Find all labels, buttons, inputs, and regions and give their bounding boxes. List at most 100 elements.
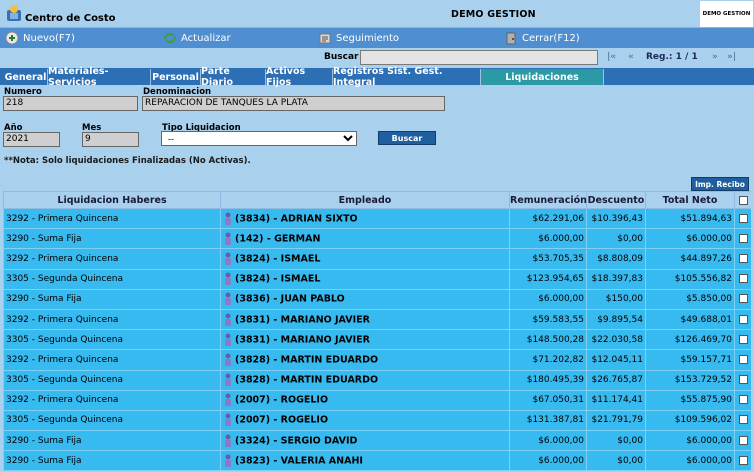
- table-row[interactable]: 3292 - Primera Quincena (3831) - MARIANO …: [3, 308, 751, 331]
- row-checkbox[interactable]: [738, 354, 748, 364]
- header-select-all[interactable]: [734, 191, 751, 209]
- empleado-cell[interactable]: (3828) - MARTIN EDUARDO: [220, 369, 510, 391]
- descuento-cell: $0,00: [586, 430, 646, 452]
- search-input[interactable]: [360, 50, 598, 65]
- mes-field[interactable]: 9: [82, 132, 139, 147]
- empleado-cell[interactable]: (3834) - ADRIAN SIXTO: [220, 207, 510, 230]
- actualizar-button[interactable]: Actualizar: [163, 30, 231, 46]
- empleado-name: (3824) - ISMAEL: [235, 253, 321, 265]
- row-checkbox[interactable]: [738, 314, 748, 324]
- select-cell[interactable]: [734, 329, 751, 351]
- select-cell[interactable]: [734, 369, 751, 391]
- table-row[interactable]: 3290 - Suma Fija (3836) - JUAN PABLO $6.00…: [3, 288, 751, 310]
- table-row[interactable]: 3292 - Primera Quincena (2007) - ROGELIO $…: [3, 389, 751, 411]
- row-checkbox[interactable]: [738, 455, 748, 465]
- select-cell[interactable]: [734, 389, 751, 411]
- empleado-cell[interactable]: (2007) - ROGELIO: [220, 389, 510, 411]
- total-neto-cell: $109.596,02: [645, 409, 735, 432]
- empleado-cell[interactable]: (3836) - JUAN PABLO: [220, 288, 510, 310]
- empleado-cell[interactable]: (3824) - ISMAEL: [220, 248, 510, 270]
- remuneracion-cell: $123.954,65: [509, 268, 587, 290]
- table-row[interactable]: 3292 - Primera Quincena (3824) - ISMAEL $5…: [3, 248, 751, 270]
- table-row[interactable]: 3305 - Segunda Quincena (2007) - ROGELIO $…: [3, 409, 751, 432]
- table-row[interactable]: 3305 - Segunda Quincena (3828) - MARTIN E…: [3, 369, 751, 391]
- cerrar-label: Cerrar(F12): [522, 32, 580, 44]
- select-cell[interactable]: [734, 228, 751, 250]
- seguimiento-button[interactable]: Seguimiento: [318, 30, 399, 46]
- select-all-checkbox[interactable]: [738, 195, 748, 205]
- row-checkbox[interactable]: [738, 375, 748, 385]
- select-cell[interactable]: [734, 349, 751, 371]
- table-row[interactable]: 3292 - Primera Quincena (3834) - ADRIAN S…: [3, 207, 751, 230]
- liquidacion-cell: 3292 - Primera Quincena: [3, 349, 221, 371]
- row-checkbox[interactable]: [738, 274, 748, 284]
- remuneracion-cell: $71.202,82: [509, 349, 587, 371]
- empleado-cell[interactable]: (3831) - MARIANO JAVIER: [220, 308, 510, 331]
- cerrar-button[interactable]: Cerrar(F12): [504, 30, 580, 46]
- row-checkbox[interactable]: [738, 253, 748, 263]
- imp-recibo-button[interactable]: Imp. Recibo: [691, 177, 749, 191]
- select-cell[interactable]: [734, 308, 751, 331]
- row-checkbox[interactable]: [738, 213, 748, 223]
- empleado-cell[interactable]: (2007) - ROGELIO: [220, 409, 510, 432]
- table-row[interactable]: 3290 - Suma Fija (142) - GERMAN $6.000,00 $…: [3, 228, 751, 250]
- liquidacion-cell: 3305 - Segunda Quincena: [3, 329, 221, 351]
- buscar-button[interactable]: Buscar: [378, 131, 436, 145]
- denominacion-field[interactable]: REPARACION DE TANQUES LA PLATA: [142, 96, 445, 111]
- tab-general[interactable]: General: [4, 69, 48, 85]
- title-bar: Centro de Costo DEMO GESTION DEMO GESTIO…: [0, 0, 754, 28]
- empleado-cell[interactable]: (3324) - SERGIO DAVID: [220, 430, 510, 452]
- empleado-cell[interactable]: (3823) - VALERIA ANAHI: [220, 450, 510, 472]
- anio-field[interactable]: 2021: [3, 132, 60, 147]
- tab-liquidaciones[interactable]: Liquidaciones: [481, 69, 604, 85]
- prev-page-button[interactable]: «: [628, 52, 634, 62]
- table-row[interactable]: 3305 - Segunda Quincena (3824) - ISMAEL $1…: [3, 268, 751, 290]
- empleado-cell[interactable]: (3831) - MARIANO JAVIER: [220, 329, 510, 351]
- liquidaciones-grid: Liquidacion Haberes Empleado Remuneració…: [3, 191, 751, 472]
- table-row[interactable]: 3305 - Segunda Quincena (3831) - MARIANO …: [3, 329, 751, 351]
- select-cell[interactable]: [734, 409, 751, 432]
- select-cell[interactable]: [734, 207, 751, 230]
- select-cell[interactable]: [734, 248, 751, 270]
- numero-field[interactable]: 218: [3, 96, 138, 111]
- row-checkbox[interactable]: [738, 334, 748, 344]
- row-checkbox[interactable]: [738, 435, 748, 445]
- empleado-cell[interactable]: (3824) - ISMAEL: [220, 268, 510, 290]
- tab-personal[interactable]: Personal: [151, 69, 201, 85]
- header-remuneracion[interactable]: Remuneración: [509, 191, 587, 209]
- table-row[interactable]: 3290 - Suma Fija (3823) - VALERIA ANAHI $6…: [3, 450, 751, 472]
- nuevo-button[interactable]: Nuevo(F7): [5, 30, 75, 46]
- tab-activos-fijos[interactable]: Activos Fijos: [266, 66, 333, 88]
- header-liquidacion[interactable]: Liquidacion Haberes: [3, 191, 221, 209]
- descuento-cell: $150,00: [586, 288, 646, 310]
- tab-parte-diario[interactable]: Parte Diario: [201, 66, 266, 88]
- next-page-button[interactable]: »: [712, 52, 718, 62]
- select-cell[interactable]: [734, 450, 751, 472]
- tipo-liquidacion-select[interactable]: --: [161, 131, 357, 146]
- row-checkbox[interactable]: [738, 395, 748, 405]
- total-neto-cell: $49.688,01: [645, 308, 735, 331]
- table-row[interactable]: 3292 - Primera Quincena (3828) - MARTIN E…: [3, 349, 751, 371]
- select-cell[interactable]: [734, 288, 751, 310]
- nuevo-label: Nuevo(F7): [23, 32, 75, 44]
- last-page-button[interactable]: »|: [727, 52, 736, 62]
- total-neto-cell: $6.000,00: [645, 450, 735, 472]
- select-cell[interactable]: [734, 430, 751, 452]
- header-empleado[interactable]: Empleado: [220, 191, 510, 209]
- liquidacion-cell: 3305 - Segunda Quincena: [3, 268, 221, 290]
- liquidacion-cell: 3290 - Suma Fija: [3, 430, 221, 452]
- header-descuento[interactable]: Descuento: [586, 191, 646, 209]
- row-checkbox[interactable]: [738, 294, 748, 304]
- tab-materiales-servicios[interactable]: Materiales-Servicios: [48, 66, 151, 88]
- tab-registros-sgi[interactable]: Registros Sist. Gest. Integral: [333, 66, 481, 88]
- first-page-button[interactable]: |«: [607, 52, 616, 62]
- remuneracion-cell: $67.050,31: [509, 389, 587, 411]
- header-total-neto[interactable]: Total Neto: [645, 191, 735, 209]
- row-checkbox[interactable]: [738, 233, 748, 243]
- total-neto-cell: $44.897,26: [645, 248, 735, 270]
- empleado-cell[interactable]: (3828) - MARTIN EDUARDO: [220, 349, 510, 371]
- empleado-cell[interactable]: (142) - GERMAN: [220, 228, 510, 250]
- row-checkbox[interactable]: [738, 415, 748, 425]
- select-cell[interactable]: [734, 268, 751, 290]
- table-row[interactable]: 3290 - Suma Fija (3324) - SERGIO DAVID $6.…: [3, 430, 751, 452]
